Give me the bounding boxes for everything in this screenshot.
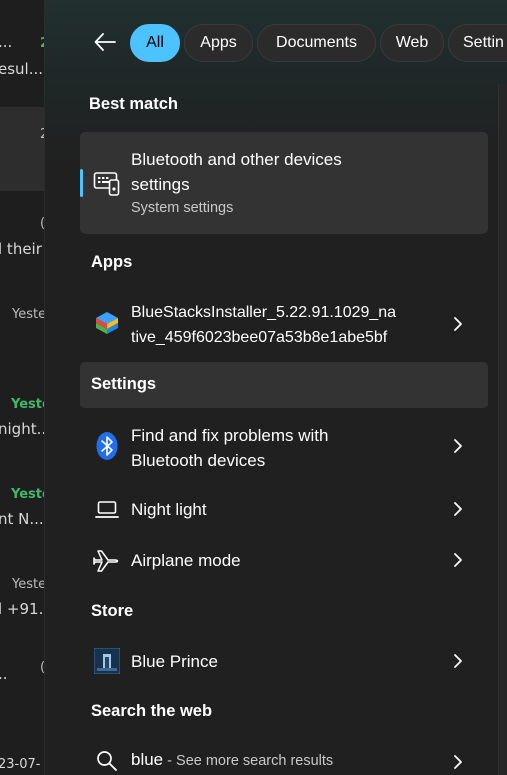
result-bluetooth-troubleshoot[interactable]: Find and fix problems with Bluetooth dev… xyxy=(80,414,488,478)
chevron-right-icon[interactable] xyxy=(450,552,466,568)
filter-web[interactable]: Web xyxy=(380,24,444,62)
filter-apps[interactable]: Apps xyxy=(184,24,253,62)
blue-prince-icon xyxy=(94,648,120,674)
scrollbar-track[interactable] xyxy=(498,84,507,775)
section-settings: Settings xyxy=(91,375,157,393)
selection-indicator xyxy=(80,169,83,197)
search-icon xyxy=(97,751,117,771)
airplane-mode-title: Airplane mode xyxy=(131,551,241,570)
bluetooth-title-line1: Find and fix problems with xyxy=(131,426,329,445)
blue-prince-title: Blue Prince xyxy=(131,652,218,671)
section-search-the-web: Search the web xyxy=(91,702,213,720)
background-line: esul... xyxy=(0,60,44,78)
back-arrow-icon xyxy=(94,33,116,51)
chevron-right-icon[interactable] xyxy=(450,316,466,332)
web-search-query: blue xyxy=(131,750,164,769)
section-apps: Apps xyxy=(91,253,133,271)
back-button[interactable] xyxy=(91,28,119,56)
result-night-light[interactable]: Night light xyxy=(80,486,488,532)
background-line: l their xyxy=(0,240,42,258)
background-time: Yeste xyxy=(11,397,44,412)
background-line: night.. xyxy=(0,420,44,438)
settings-section-header[interactable]: Settings xyxy=(80,362,488,408)
bluetooth-title-line2: Bluetooth devices xyxy=(131,451,266,470)
chevron-right-icon[interactable] xyxy=(450,501,466,517)
background-time: Yeste xyxy=(12,307,44,322)
background-time: Yeste xyxy=(11,487,44,502)
section-best-match: Best match xyxy=(89,95,178,113)
background-line: ... xyxy=(0,33,13,51)
background-line: nt N... xyxy=(0,510,44,528)
chevron-right-icon[interactable] xyxy=(450,438,466,454)
chevron-right-icon[interactable] xyxy=(450,653,466,669)
background-time: Yeste xyxy=(12,577,44,592)
bluestacks-title-line1: BlueStacksInstaller_5.22.91.1029_na xyxy=(131,304,397,321)
background-app: ... esul... l their night.. nt N... l +9… xyxy=(0,0,44,775)
best-match-result[interactable]: Bluetooth and other devices settings Sys… xyxy=(80,132,488,234)
best-match-title-line2: settings xyxy=(131,175,190,194)
web-search-text: blue - See more search results xyxy=(131,750,333,770)
background-line: l +91... xyxy=(0,600,44,618)
background-line: 23-07- xyxy=(0,757,41,772)
best-match-subtitle: System settings xyxy=(131,200,234,216)
background-line: .. xyxy=(0,665,8,683)
section-store: Store xyxy=(91,602,134,620)
best-match-title-line1: Bluetooth and other devices xyxy=(131,150,342,169)
bluestacks-title-line2: tive_459f6023bee07a53b8e1abe5bf xyxy=(131,329,388,346)
night-light-title: Night light xyxy=(131,500,207,519)
result-bluestacks[interactable]: BlueStacksInstaller_5.22.91.1029_na tive… xyxy=(80,290,488,358)
filter-all[interactable]: All xyxy=(130,24,180,62)
web-search-see-more: - See more search results xyxy=(163,753,334,769)
chevron-right-icon[interactable] xyxy=(450,754,466,770)
result-airplane-mode[interactable]: Airplane mode xyxy=(80,537,488,583)
filter-documents[interactable]: Documents xyxy=(257,24,376,62)
bluestacks-app-icon xyxy=(96,312,118,334)
result-blue-prince[interactable]: Blue Prince xyxy=(80,638,488,684)
search-panel: All Apps Documents Web Settin Best match… xyxy=(44,0,507,775)
laptop-icon xyxy=(95,501,119,518)
bluetooth-icon xyxy=(96,432,118,460)
airplane-icon xyxy=(93,550,119,572)
background-selected-row xyxy=(0,107,44,191)
settings-devices-icon xyxy=(93,172,120,196)
filter-settings[interactable]: Settin xyxy=(448,24,507,62)
